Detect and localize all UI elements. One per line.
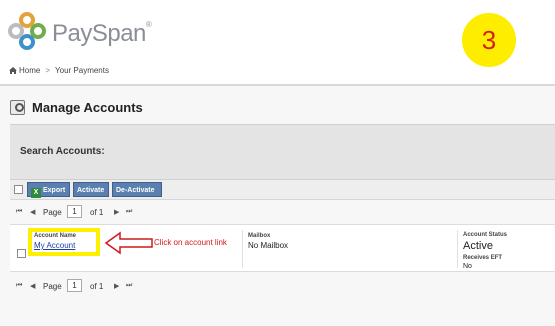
page-label: Page xyxy=(43,282,62,291)
breadcrumb-separator: > xyxy=(45,66,51,75)
column-divider xyxy=(242,230,243,268)
pager-bottom: ⏮ ◀ Page 1 of 1 ▶ ⏭ xyxy=(10,277,555,297)
page-number-input[interactable]: 1 xyxy=(67,279,82,292)
receives-eft-value: No xyxy=(463,263,472,270)
pager-top: ⏮ ◀ Page 1 of 1 ▶ ⏭ xyxy=(10,203,555,223)
next-page-icon[interactable]: ▶ xyxy=(114,282,119,290)
account-status-header: Account Status xyxy=(463,232,508,238)
account-link[interactable]: My Account xyxy=(34,241,75,250)
first-page-icon[interactable]: ⏮ xyxy=(16,282,22,290)
mailbox-value: No Mailbox xyxy=(248,241,289,250)
page-of-label: of 1 xyxy=(90,208,104,217)
breadcrumb-current[interactable]: Your Payments xyxy=(55,66,109,75)
page-title: Manage Accounts xyxy=(32,100,143,115)
header: PaySpan® 3 Home > Your Payments xyxy=(0,0,555,84)
deactivate-button[interactable]: De-Activate xyxy=(112,182,162,197)
home-icon[interactable] xyxy=(9,67,17,74)
table-row: Account Name My Account Click on account… xyxy=(10,224,555,272)
instruction-note: Click on account link xyxy=(154,238,227,247)
prev-page-icon[interactable]: ◀ xyxy=(30,208,35,216)
toolbar: X Export Activate De-Activate xyxy=(10,180,555,200)
prev-page-icon[interactable]: ◀ xyxy=(30,282,35,290)
last-page-icon[interactable]: ⏭ xyxy=(126,208,132,216)
breadcrumb: Home > Your Payments xyxy=(9,66,109,75)
first-page-icon[interactable]: ⏮ xyxy=(16,208,22,216)
account-name-header: Account Name xyxy=(34,233,77,239)
receives-eft-header: Receives EFT xyxy=(463,255,503,261)
mailbox-header: Mailbox xyxy=(248,233,271,239)
account-status-value: Active xyxy=(463,240,493,252)
payspan-logo-icon xyxy=(8,12,46,50)
last-page-icon[interactable]: ⏭ xyxy=(126,282,132,290)
app-window: PaySpan® 3 Home > Your Payments Manage Acc… xyxy=(0,0,555,326)
select-all-checkbox[interactable] xyxy=(14,185,23,194)
excel-icon: X xyxy=(31,188,41,198)
header-divider xyxy=(0,84,555,86)
step-number-badge: 3 xyxy=(462,13,516,67)
page-number-input[interactable]: 1 xyxy=(67,205,82,218)
brand-name: PaySpan® xyxy=(52,20,152,47)
manage-accounts-icon xyxy=(10,100,25,115)
row-checkbox[interactable] xyxy=(17,249,26,258)
search-accounts-label[interactable]: Search Accounts: xyxy=(20,146,105,157)
page-of-label: of 1 xyxy=(90,282,104,291)
activate-button[interactable]: Activate xyxy=(73,182,109,197)
next-page-icon[interactable]: ▶ xyxy=(114,208,119,216)
search-panel: Search Accounts: xyxy=(10,124,555,180)
left-arrow-icon xyxy=(104,231,153,255)
export-button[interactable]: X Export xyxy=(27,182,70,198)
breadcrumb-home[interactable]: Home xyxy=(19,66,40,75)
page-label: Page xyxy=(43,208,62,217)
column-divider xyxy=(457,230,458,268)
